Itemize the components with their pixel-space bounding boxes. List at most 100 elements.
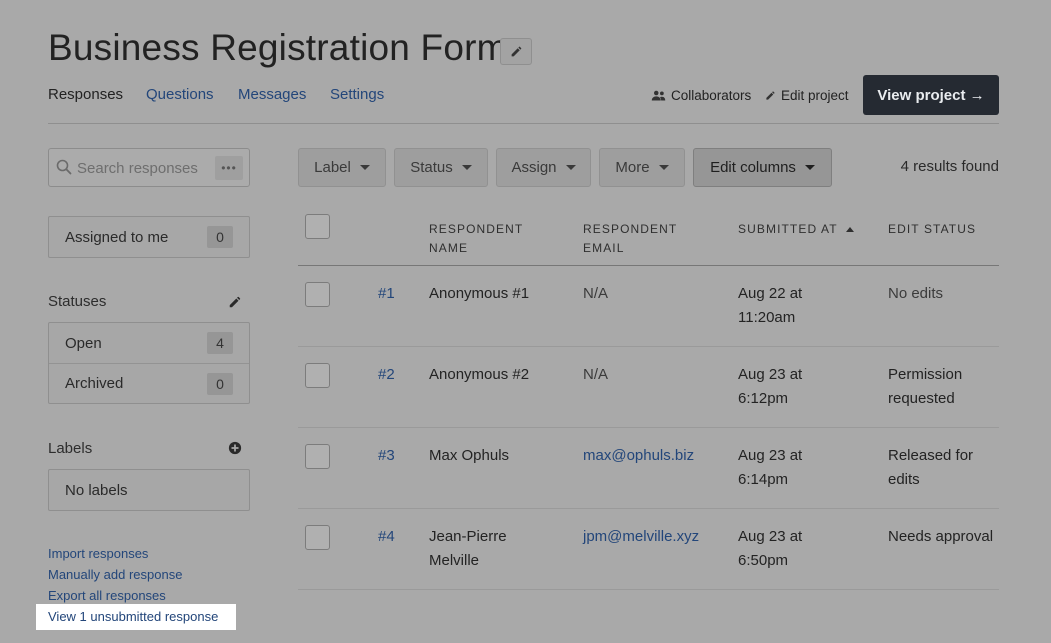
status-line: Permission: [888, 366, 963, 383]
chevron-down-icon: [359, 165, 370, 170]
submitted-at: Aug 23 at 6:50pm: [738, 525, 802, 573]
collaborators-link[interactable]: Collaborators: [651, 87, 751, 104]
header-text: SUBMITTED AT: [738, 222, 838, 236]
status-count-badge: 0: [207, 373, 233, 395]
assign-button-text: Assign: [511, 159, 557, 176]
edit-title-button[interactable]: [500, 38, 532, 65]
chevron-down-icon: [658, 165, 669, 170]
status-dropdown-button[interactable]: Status: [394, 148, 488, 187]
edit-project-label: Edit project: [781, 88, 849, 103]
users-icon: [651, 90, 666, 100]
status-item-archived[interactable]: Archived 0: [49, 363, 249, 403]
row-checkbox[interactable]: [305, 525, 330, 550]
status-item-open[interactable]: Open 4: [49, 323, 249, 363]
respondent-name: Anonymous #2: [429, 363, 529, 387]
status-line: edits: [888, 471, 920, 488]
response-number-link[interactable]: #3: [378, 444, 395, 468]
row-checkbox[interactable]: [305, 444, 330, 469]
column-header-respondent-name[interactable]: RESPONDENT NAME: [429, 220, 523, 258]
row-divider: [298, 346, 999, 347]
name-line: Anonymous #1: [429, 285, 530, 302]
respondent-name: Jean-Pierre Melville: [429, 525, 507, 573]
respondent-email: N/A: [583, 366, 609, 383]
status-line: Released for: [888, 447, 974, 464]
collaborators-label: Collaborators: [671, 88, 752, 103]
time-line: 11:20am: [738, 309, 796, 326]
search-box: •••: [48, 148, 250, 187]
submitted-at: Aug 22 at 11:20am: [738, 282, 802, 330]
status-line: No edits: [888, 285, 944, 302]
time-line: 6:14pm: [738, 471, 789, 488]
label-dropdown-button[interactable]: Label: [298, 148, 386, 187]
name-line: Jean-Pierre: [429, 528, 507, 545]
header-text: EDIT STATUS: [888, 222, 977, 236]
view-project-button[interactable]: View project →: [863, 75, 999, 115]
labels-list: No labels: [48, 469, 250, 511]
no-labels-text: No labels: [65, 481, 128, 499]
row-checkbox[interactable]: [305, 363, 330, 388]
column-header-submitted-at[interactable]: SUBMITTED AT: [738, 220, 854, 239]
column-header-respondent-email[interactable]: RESPONDENT EMAIL: [583, 220, 677, 258]
response-number-link[interactable]: #4: [378, 525, 395, 549]
respondent-name: Anonymous #1: [429, 282, 529, 306]
name-line: Anonymous #2: [429, 366, 530, 383]
pencil-icon: [511, 46, 521, 57]
status-line: Needs approval: [888, 528, 994, 545]
time-line: 6:12pm: [738, 390, 789, 407]
edit-status: Released for edits: [888, 444, 973, 492]
response-number-link[interactable]: #1: [378, 282, 395, 306]
name-line: Max Ophuls: [429, 447, 510, 464]
assigned-to-me-label: Assigned to me: [65, 228, 169, 246]
response-number-link[interactable]: #2: [378, 363, 395, 387]
header-text: RESPONDENT: [583, 222, 678, 236]
tab-questions[interactable]: Questions: [146, 86, 214, 104]
name-line: Melville: [429, 552, 480, 569]
edit-status: Permission requested: [888, 363, 962, 411]
date-line: Aug 22 at: [738, 285, 803, 302]
row-divider: [298, 427, 999, 428]
search-input[interactable]: [77, 158, 227, 178]
view-unsubmitted-response-link[interactable]: View 1 unsubmitted response: [48, 609, 218, 625]
status-line: requested: [888, 390, 955, 407]
labels-heading: Labels: [48, 440, 93, 457]
status-count-badge: 4: [207, 332, 233, 354]
search-options-button[interactable]: •••: [215, 156, 243, 180]
more-dropdown-button[interactable]: More: [599, 148, 685, 187]
assigned-filter-box: Assigned to me 0: [48, 216, 250, 258]
assign-dropdown-button[interactable]: Assign: [496, 148, 591, 187]
chevron-down-icon: [565, 165, 576, 170]
tab-responses[interactable]: Responses: [48, 86, 123, 104]
table-header-divider: [298, 265, 999, 266]
row-checkbox[interactable]: [305, 282, 330, 307]
date-line: Aug 23 at: [738, 528, 803, 545]
column-header-edit-status[interactable]: EDIT STATUS: [888, 220, 976, 239]
assigned-to-me-filter[interactable]: Assigned to me 0: [49, 217, 249, 257]
respondent-email-link[interactable]: max@ophuls.biz: [583, 444, 694, 468]
edit-project-link[interactable]: Edit project: [765, 87, 849, 104]
select-all-checkbox[interactable]: [305, 214, 330, 239]
no-labels-message: No labels: [49, 470, 249, 510]
page-title: Business Registration Form: [48, 27, 508, 68]
submitted-at: Aug 23 at 6:12pm: [738, 363, 802, 411]
status-label: Open: [65, 334, 102, 352]
respondent-email-link[interactable]: jpm@melville.xyz: [583, 525, 699, 549]
manually-add-response-link[interactable]: Manually add response: [48, 567, 182, 583]
edit-columns-dropdown-button[interactable]: Edit columns: [693, 148, 832, 187]
submitted-at: Aug 23 at 6:14pm: [738, 444, 802, 492]
date-line: Aug 23 at: [738, 447, 803, 464]
header-text: NAME: [429, 241, 469, 255]
export-all-responses-link[interactable]: Export all responses: [48, 588, 166, 604]
row-divider: [298, 508, 999, 509]
import-responses-link[interactable]: Import responses: [48, 546, 148, 562]
statuses-list: Open 4 Archived 0: [48, 322, 250, 404]
tab-messages[interactable]: Messages: [238, 86, 306, 104]
date-line: Aug 23 at: [738, 366, 803, 383]
chevron-down-icon: [461, 165, 472, 170]
edit-status: No edits: [888, 282, 943, 306]
pencil-icon[interactable]: [228, 295, 242, 309]
search-icon: [56, 159, 72, 175]
add-label-icon[interactable]: [228, 441, 242, 455]
results-count: 4 results found: [900, 158, 999, 175]
chevron-down-icon: [804, 165, 815, 170]
tab-settings[interactable]: Settings: [330, 86, 384, 104]
